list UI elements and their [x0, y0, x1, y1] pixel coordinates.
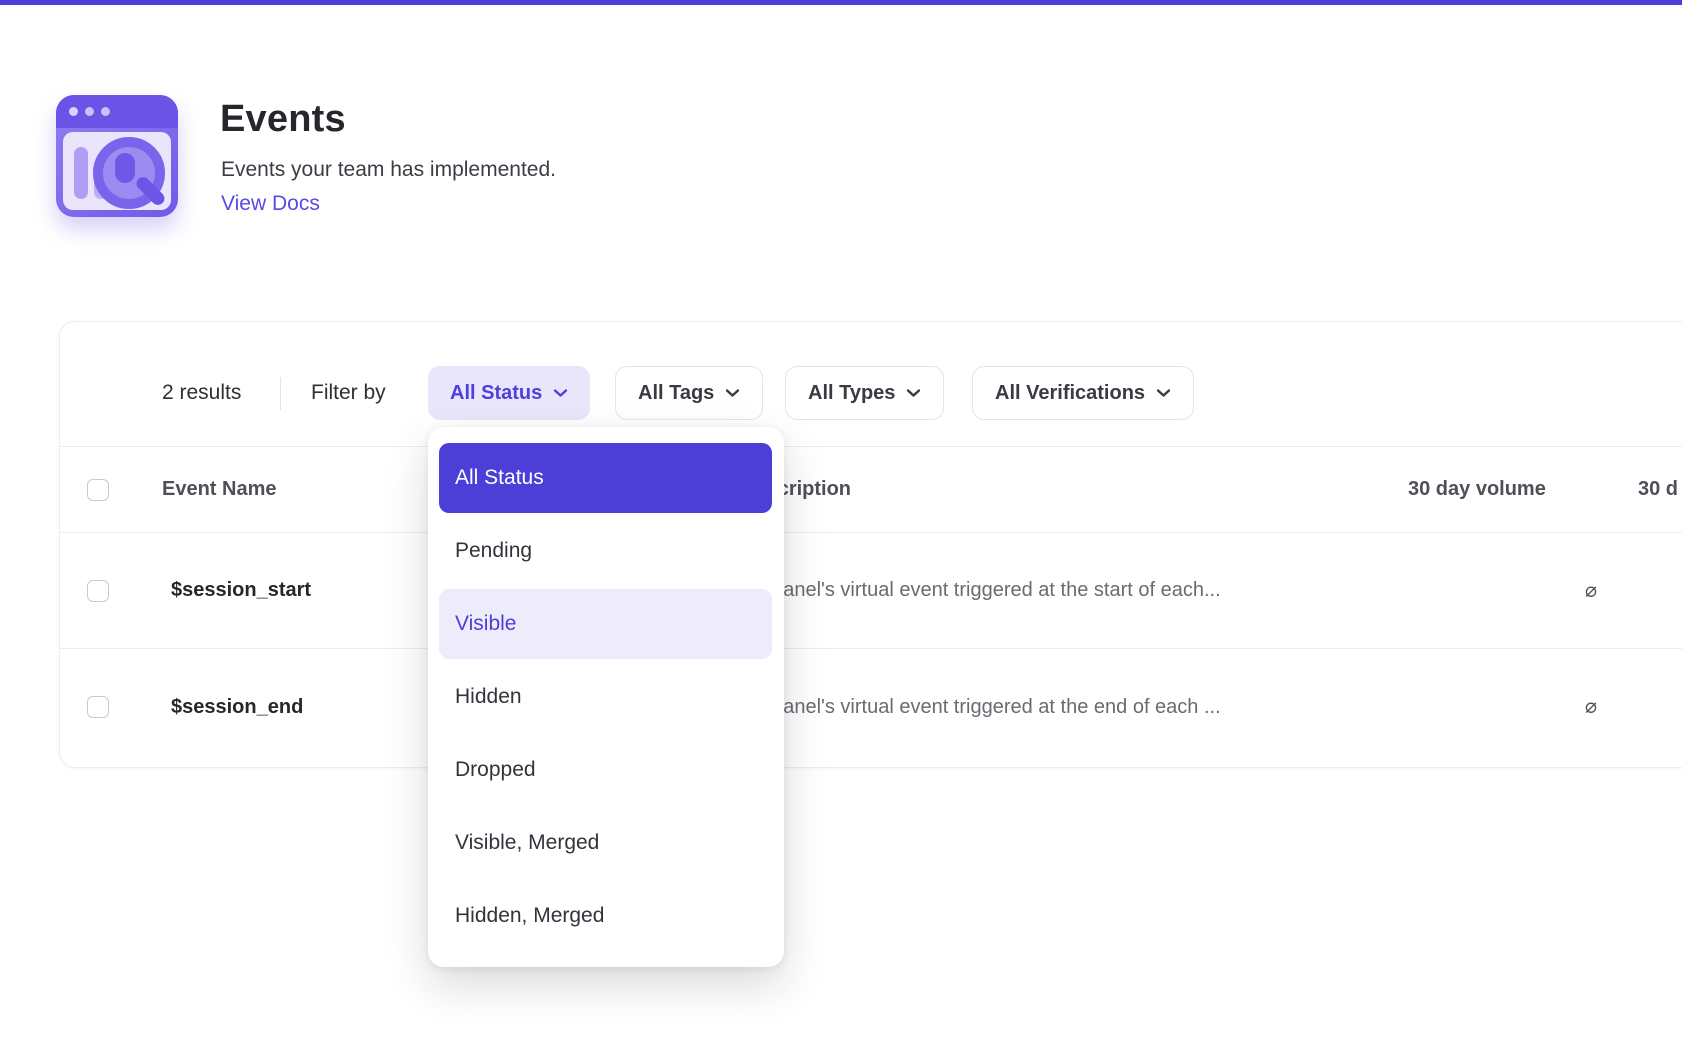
dropdown-item-dropped[interactable]: Dropped — [439, 735, 772, 805]
table-header-row: Event Name Description 30 day volume 30 … — [60, 446, 1682, 533]
browser-dot-icon — [69, 107, 78, 116]
page-title: Events — [220, 98, 346, 141]
event-name[interactable]: $session_end — [171, 649, 303, 765]
filter-all-verifications-label: All Verifications — [995, 382, 1145, 405]
status-dropdown-menu: All Status Pending Visible Hidden Droppe… — [428, 427, 784, 967]
chevron-down-icon — [906, 388, 921, 398]
row-checkbox[interactable] — [87, 696, 109, 718]
results-count: 2 results — [162, 366, 241, 420]
toolbar-divider — [280, 377, 281, 410]
dropdown-item-visible[interactable]: Visible — [439, 589, 772, 659]
event-30-day-volume: ∅ — [1480, 649, 1597, 765]
browser-window-top — [56, 95, 178, 128]
magnifier-lens — [115, 153, 135, 183]
event-name[interactable]: $session_start — [171, 533, 311, 648]
event-description: Mixpanel's virtual event triggered at th… — [741, 649, 1221, 765]
events-card: 2 results Filter by All Status All Tags … — [59, 321, 1682, 768]
filter-all-types-button[interactable]: All Types — [785, 366, 944, 420]
browser-window-body — [63, 132, 171, 210]
chevron-down-icon — [1156, 388, 1171, 398]
dropdown-item-visible-merged[interactable]: Visible, Merged — [439, 808, 772, 878]
filter-all-verifications-button[interactable]: All Verifications — [972, 366, 1194, 420]
table-row[interactable]: $session_start Mixpanel's virtual event … — [60, 533, 1682, 649]
filter-by-label: Filter by — [311, 366, 386, 420]
filter-all-status-button[interactable]: All Status — [428, 366, 590, 420]
bar-chart-icon — [74, 147, 88, 199]
dropdown-item-all-status[interactable]: All Status — [439, 443, 772, 513]
events-app-icon — [56, 95, 178, 217]
dropdown-item-pending[interactable]: Pending — [439, 516, 772, 586]
filter-all-tags-button[interactable]: All Tags — [615, 366, 763, 420]
filter-all-tags-label: All Tags — [638, 382, 714, 405]
filter-all-status-label: All Status — [450, 382, 542, 405]
chevron-down-icon — [553, 388, 568, 398]
filter-toolbar: 2 results Filter by All Status All Tags … — [60, 322, 1682, 445]
event-30-day-volume: ∅ — [1480, 533, 1597, 648]
row-checkbox[interactable] — [87, 580, 109, 602]
column-header-30-day-volume[interactable]: 30 day volume — [1408, 447, 1546, 532]
event-description: Mixpanel's virtual event triggered at th… — [741, 533, 1221, 648]
top-accent-bar — [0, 0, 1682, 5]
view-docs-link[interactable]: View Docs — [221, 192, 320, 216]
select-all-checkbox[interactable] — [87, 479, 109, 501]
table-row[interactable]: $session_end Mixpanel's virtual event tr… — [60, 649, 1682, 765]
chevron-down-icon — [725, 388, 740, 398]
page-subtitle: Events your team has implemented. — [221, 158, 556, 182]
browser-dot-icon — [101, 107, 110, 116]
dropdown-item-hidden[interactable]: Hidden — [439, 662, 772, 732]
browser-dot-icon — [85, 107, 94, 116]
column-header-30-day-clipped[interactable]: 30 d — [1638, 447, 1678, 532]
filter-all-types-label: All Types — [808, 382, 895, 405]
dropdown-item-hidden-merged[interactable]: Hidden, Merged — [439, 881, 772, 951]
column-header-event-name[interactable]: Event Name — [162, 447, 277, 532]
